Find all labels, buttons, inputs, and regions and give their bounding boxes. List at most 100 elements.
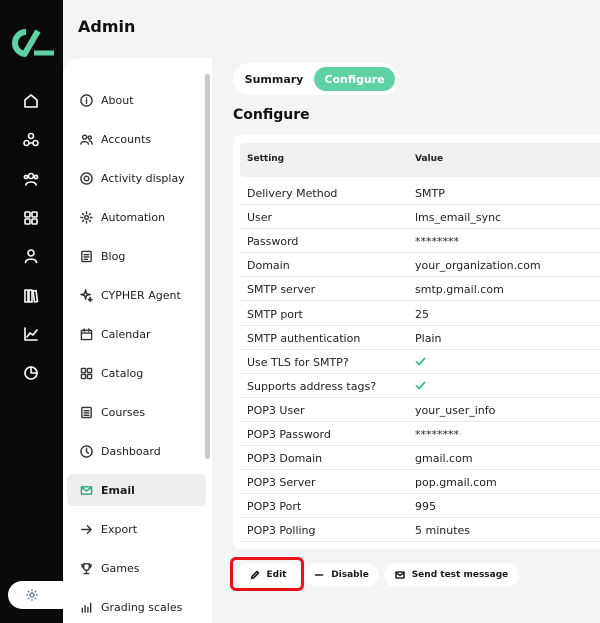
page-title: Admin [78,17,136,36]
bar-chart-icon [79,600,93,614]
send-test-message-label: Send test message [411,570,509,580]
minus-icon [314,574,324,576]
setting-cell: Domain [247,259,290,273]
checkmark-icon [415,380,426,394]
home-icon[interactable] [21,91,41,111]
gauge-icon [79,444,93,458]
tab-configure[interactable]: Configure [314,67,395,91]
sidebar-item-email[interactable]: Email [67,474,206,506]
sidebar-item-dashboard[interactable]: Dashboard [67,435,206,467]
sidebar-item-label: Blog [101,249,126,263]
setting-cell: POP3 Server [247,476,316,490]
setting-cell: POP3 Password [247,428,331,441]
sidebar-item-label: Activity display [101,171,185,185]
value-cell: your_user_info [415,403,496,417]
sidebar-item-label: CYPHER Agent [101,288,181,302]
table-row: SMTP port 25 [240,302,600,326]
view-tabs: Summary Configure [233,63,398,95]
trophy-icon [79,561,93,575]
sidebar-item-export[interactable]: Export [67,513,206,545]
target-icon [79,171,93,185]
settings-button[interactable] [8,581,68,609]
library-icon[interactable] [21,286,41,306]
table-row: Delivery Method SMTP [240,181,600,205]
sidebar-item-about[interactable]: About [67,84,206,116]
table-row: User lms_email_sync [240,205,600,230]
table-row: Use TLS for SMTP? [240,350,600,374]
setting-cell: POP3 Port [247,500,302,514]
sidebar-item-courses[interactable]: Courses [67,396,206,428]
users-icon[interactable] [21,169,41,189]
column-header-value: Value [415,154,444,164]
send-test-message-button[interactable]: Send test message [384,563,519,587]
setting-cell: Use TLS for SMTP? [247,355,349,369]
sidebar-item-label: Dashboard [101,444,161,458]
grid-icon[interactable] [21,208,41,228]
settings-icon [26,589,38,601]
setting-cell: Supports address tags? [247,379,377,393]
calendar-icon [79,327,93,341]
app-rail [0,0,68,623]
sidebar-item-label: Calendar [101,327,151,341]
table-row: POP3 User your_user_info [240,398,600,422]
sidebar-item-blog[interactable]: Blog [67,240,206,272]
settings-table: Setting Value Delivery Method SMTP User lms… [233,135,600,549]
sidebar-item-activity-display[interactable]: Activity display [67,162,206,194]
network-icon[interactable] [21,130,41,150]
table-row: Password ******** [240,229,600,254]
mail-icon [394,571,405,579]
setting-cell: POP3 Domain [247,452,323,466]
table-row: POP3 Polling 5 minutes [240,518,600,543]
sidebar-item-label: About [101,93,134,107]
table-row: SMTP authentication Plain [240,326,600,350]
table-row: POP3 Domain gmail.com [240,446,600,471]
value-cell: 995 [415,500,436,514]
disable-button[interactable]: Disable [305,563,378,587]
sidebar-item-grading-scales[interactable]: Grading scales [67,591,206,623]
list-icon [79,405,93,419]
setting-cell: SMTP server [247,283,316,297]
mail-icon [79,483,93,497]
value-cell: pop.gmail.com [415,476,497,490]
sparkle-icon [79,288,93,302]
pie-chart-icon[interactable] [21,363,41,383]
table-row: POP3 Password ******** [240,422,600,446]
setting-cell: POP3 User [247,403,305,417]
arrow-right-icon [79,522,93,536]
table-header: Setting Value [240,143,600,177]
table-row: POP3 Server pop.gmail.com [240,470,600,495]
value-cell: 5 minutes [415,524,471,538]
setting-cell: Password [247,235,299,249]
table-row: POP3 Port 995 [240,494,600,519]
table-row: SMTP server smtp.gmail.com [240,277,600,302]
chart-line-icon[interactable] [21,324,41,344]
tab-summary[interactable]: Summary [236,67,312,91]
sidebar-item-label: Accounts [101,132,152,146]
table-row: Supports address tags? [240,374,600,398]
sidebar-item-accounts[interactable]: Accounts [67,123,206,155]
edit-button-highlight [230,557,304,591]
setting-cell: POP3 Polling [247,524,316,538]
setting-cell: User [247,211,273,225]
value-cell: ******** [415,428,459,441]
sidebar-item-games[interactable]: Games [67,552,206,584]
sidebar-item-automation[interactable]: Automation [67,201,206,233]
table-row: Domain your_organization.com [240,253,600,278]
gear-icon [79,210,93,224]
sidebar-item-label: Email [101,483,135,497]
user-icon[interactable] [21,246,41,266]
sidebar-item-calendar[interactable]: Calendar [67,318,206,350]
sidebar-item-label: Automation [101,210,166,224]
logo-icon[interactable] [10,28,56,58]
sidebar-item-catalog[interactable]: Catalog [67,357,206,389]
sidebar-item-label: Grading scales [101,600,183,614]
column-header-setting: Setting [247,154,285,164]
value-cell: gmail.com [415,452,473,466]
checkmark-icon [415,356,426,370]
grid-icon [79,366,93,380]
info-icon [79,93,93,107]
sidebar-item-cypher-agent[interactable]: CYPHER Agent [67,279,206,311]
disable-button-label: Disable [331,570,369,580]
sidebar-item-label: Export [101,522,138,536]
sidebar-item-label: Courses [101,405,146,419]
